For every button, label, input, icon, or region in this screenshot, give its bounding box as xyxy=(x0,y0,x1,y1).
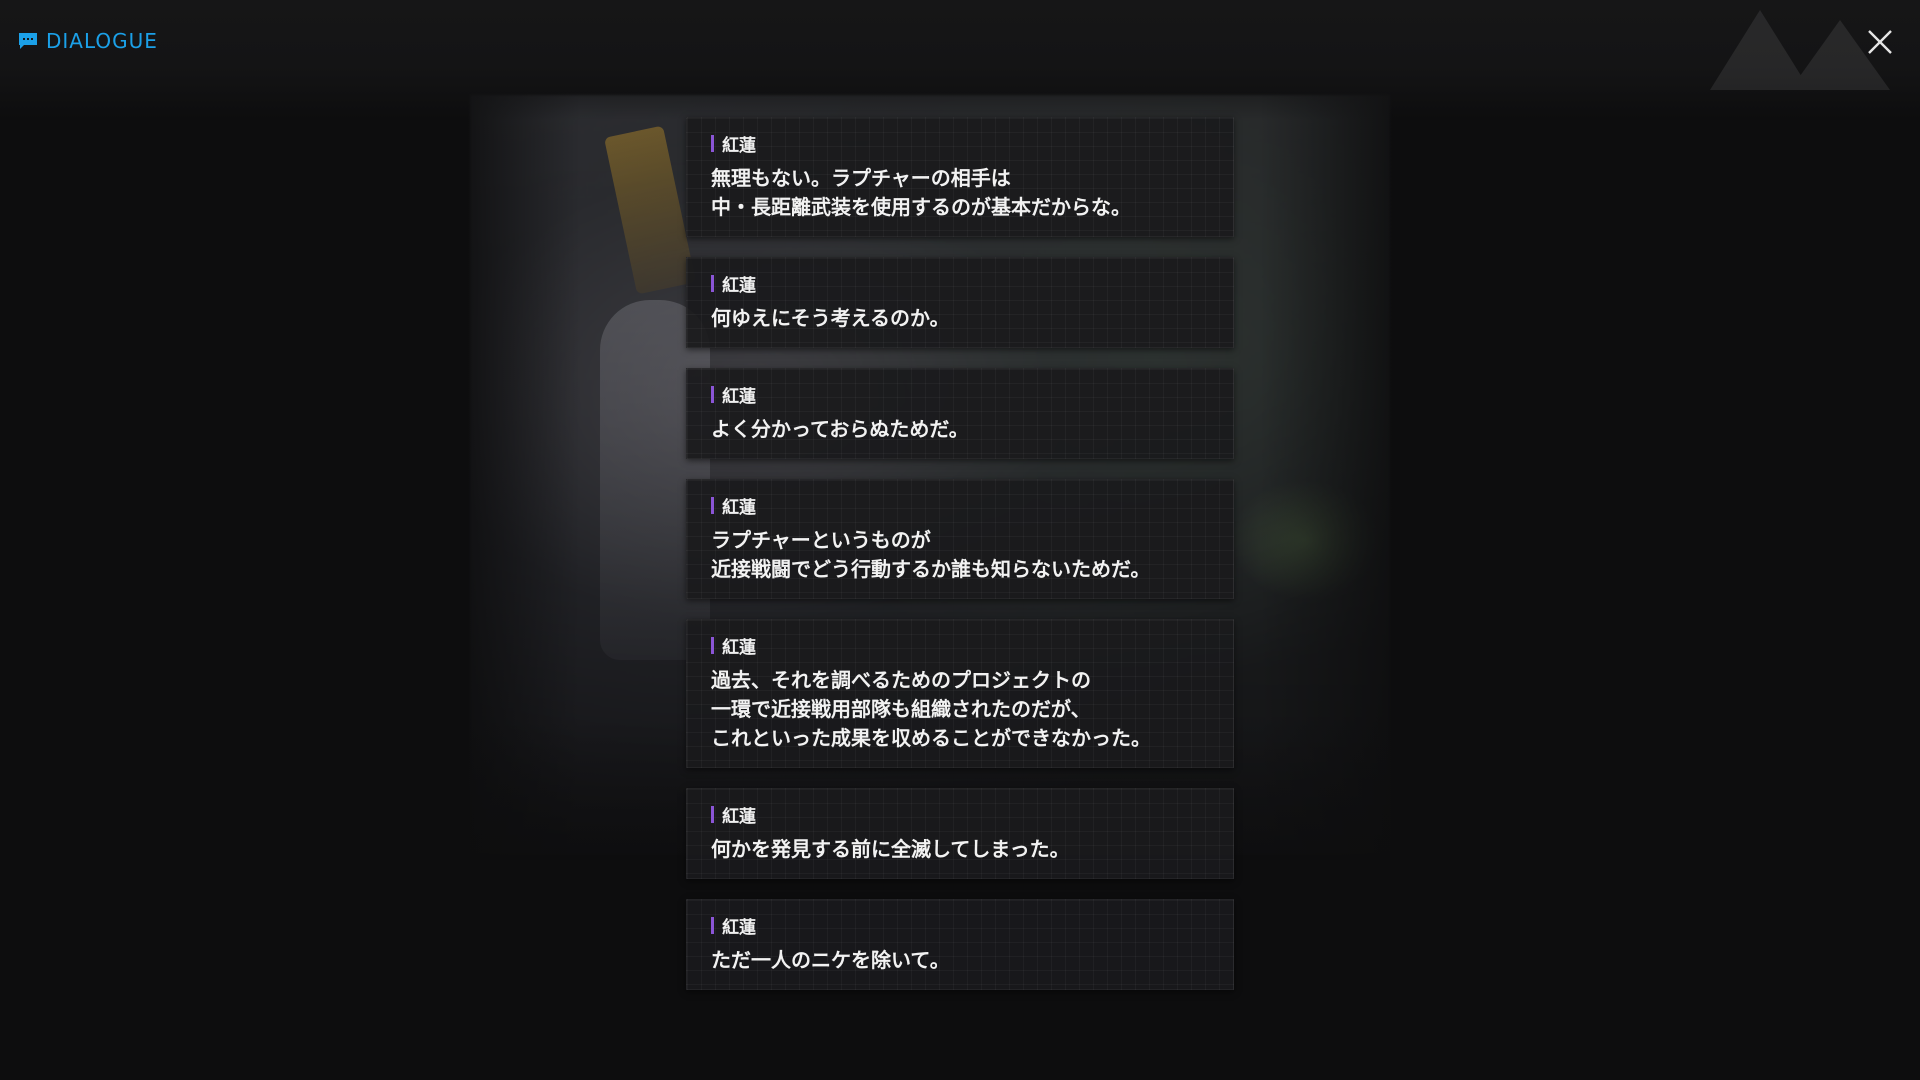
speaker-name: 紅蓮 xyxy=(722,917,756,938)
speaker-row: 紅蓮 xyxy=(711,132,1209,156)
speaker-name: 紅蓮 xyxy=(722,497,756,518)
header-decoration xyxy=(1710,10,1890,90)
dialogue-entry: 紅蓮 無理もない。ラプチャーの相手は 中・長距離武装を使用するのが基本だからな。 xyxy=(686,117,1234,237)
speaker-accent-bar xyxy=(711,134,714,152)
chat-bubble-icon xyxy=(19,33,37,49)
speaker-name: 紅蓮 xyxy=(722,135,756,156)
speaker-row: 紅蓮 xyxy=(711,494,1209,518)
dialogue-title-group: DIALOGUE xyxy=(18,28,158,54)
dialogue-entry: 紅蓮 何かを発見する前に全滅してしまった。 xyxy=(686,788,1234,879)
dialogue-log-list[interactable]: 紅蓮 無理もない。ラプチャーの相手は 中・長距離武装を使用するのが基本だからな。… xyxy=(686,117,1234,990)
dialogue-text: 何ゆえにそう考えるのか。 xyxy=(711,306,950,330)
dialogue-text: よく分かっておらぬためだ。 xyxy=(711,417,969,441)
speaker-accent-bar xyxy=(711,385,714,403)
dialogue-text: 何かを発見する前に全滅してしまった。 xyxy=(711,837,1070,861)
speaker-row: 紅蓮 xyxy=(711,272,1209,296)
dialogue-text: ただ一人のニケを除いて。 xyxy=(711,948,950,972)
dialogue-entry: 紅蓮 よく分かっておらぬためだ。 xyxy=(686,368,1234,459)
close-icon xyxy=(1868,30,1892,54)
header-bar: DIALOGUE xyxy=(0,0,1920,120)
speaker-accent-bar xyxy=(711,805,714,823)
speaker-name: 紅蓮 xyxy=(722,806,756,827)
dialogue-title: DIALOGUE xyxy=(46,29,158,53)
dialogue-entry: 紅蓮 ただ一人のニケを除いて。 xyxy=(686,899,1234,990)
speaker-accent-bar xyxy=(711,916,714,934)
speaker-accent-bar xyxy=(711,636,714,654)
speaker-row: 紅蓮 xyxy=(711,803,1209,827)
dialogue-text: ラプチャーというものが 近接戦闘でどう行動するか誰も知らないためだ。 xyxy=(711,528,1151,581)
speaker-name: 紅蓮 xyxy=(722,386,756,407)
speaker-accent-bar xyxy=(711,274,714,292)
speaker-name: 紅蓮 xyxy=(722,637,756,658)
dialogue-entry: 紅蓮 何ゆえにそう考えるのか。 xyxy=(686,257,1234,348)
close-button[interactable] xyxy=(1862,24,1898,60)
dialogue-text: 無理もない。ラプチャーの相手は 中・長距離武装を使用するのが基本だからな。 xyxy=(711,166,1131,219)
dialogue-entry: 紅蓮 過去、それを調べるためのプロジェクトの 一環で近接戦用部隊も組織されたのだ… xyxy=(686,619,1234,768)
speaker-row: 紅蓮 xyxy=(711,914,1209,938)
speaker-accent-bar xyxy=(711,496,714,514)
dialogue-text: 過去、それを調べるためのプロジェクトの 一環で近接戦用部隊も組織されたのだが、 … xyxy=(711,668,1151,750)
speaker-name: 紅蓮 xyxy=(722,275,756,296)
speaker-row: 紅蓮 xyxy=(711,383,1209,407)
speaker-row: 紅蓮 xyxy=(711,634,1209,658)
dialogue-entry: 紅蓮 ラプチャーというものが 近接戦闘でどう行動するか誰も知らないためだ。 xyxy=(686,479,1234,599)
